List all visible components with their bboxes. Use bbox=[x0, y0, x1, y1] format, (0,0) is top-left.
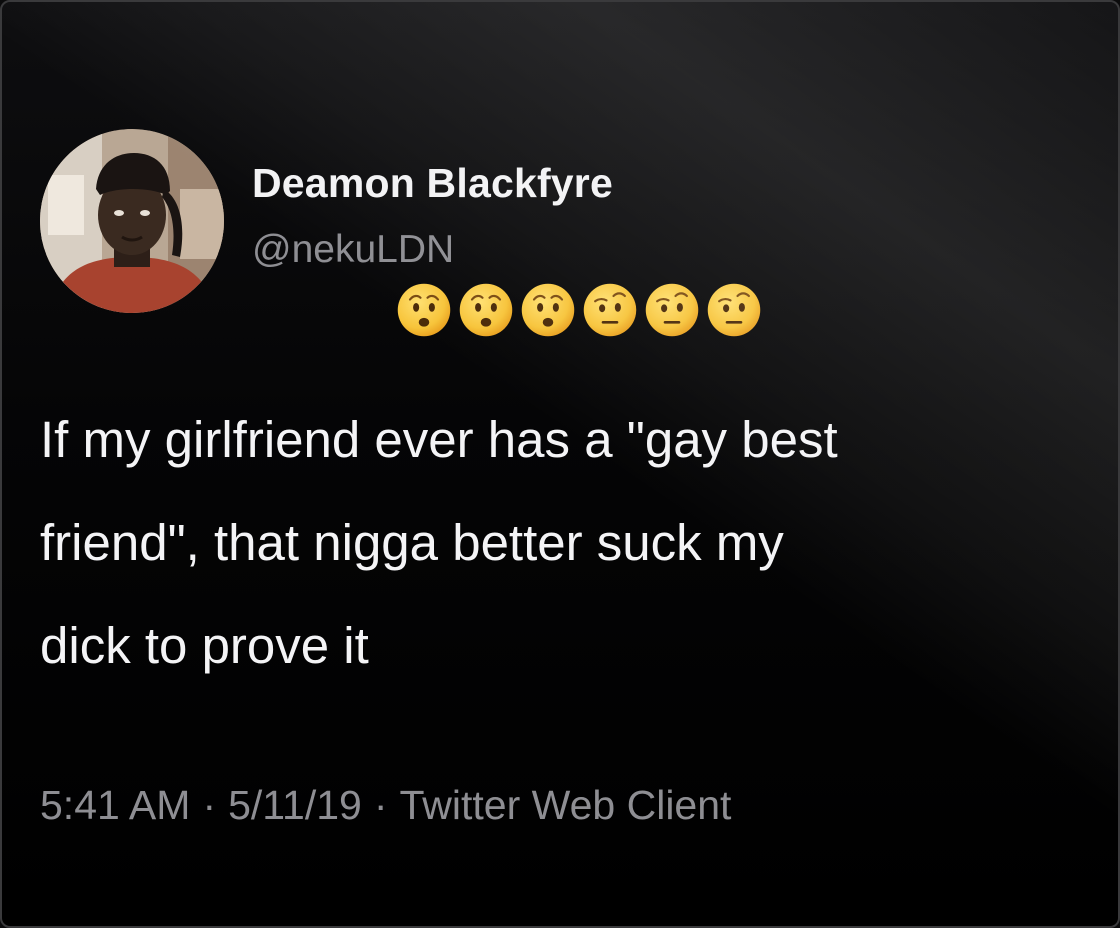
hushed-face-emoji bbox=[459, 283, 513, 337]
tweet-meta: 5:41 AM · 5/11/19 · Twitter Web Client bbox=[40, 782, 731, 829]
face-with-raised-eyebrow-emoji bbox=[583, 283, 637, 337]
tweet-source[interactable]: Twitter Web Client bbox=[400, 782, 732, 828]
tweet-card: Deamon Blackfyre @nekuLDN If my girlfrie… bbox=[0, 0, 1120, 928]
avatar-photo bbox=[40, 129, 224, 313]
meta-separator: · bbox=[373, 782, 388, 828]
emoji-row bbox=[396, 282, 762, 342]
hushed-face-emoji bbox=[521, 283, 575, 337]
avatar[interactable] bbox=[40, 129, 224, 313]
face-with-raised-eyebrow-emoji bbox=[707, 283, 761, 337]
display-name[interactable]: Deamon Blackfyre bbox=[252, 160, 613, 207]
face-with-raised-eyebrow-emoji bbox=[645, 283, 699, 337]
tweet-date[interactable]: 5/11/19 bbox=[228, 782, 362, 828]
tweet-text: If my girlfriend ever has a "gay best fr… bbox=[40, 411, 838, 674]
tweet-time[interactable]: 5:41 AM bbox=[40, 782, 190, 828]
user-handle[interactable]: @nekuLDN bbox=[252, 228, 454, 272]
meta-separator: · bbox=[202, 782, 217, 828]
hushed-face-emoji bbox=[397, 283, 451, 337]
